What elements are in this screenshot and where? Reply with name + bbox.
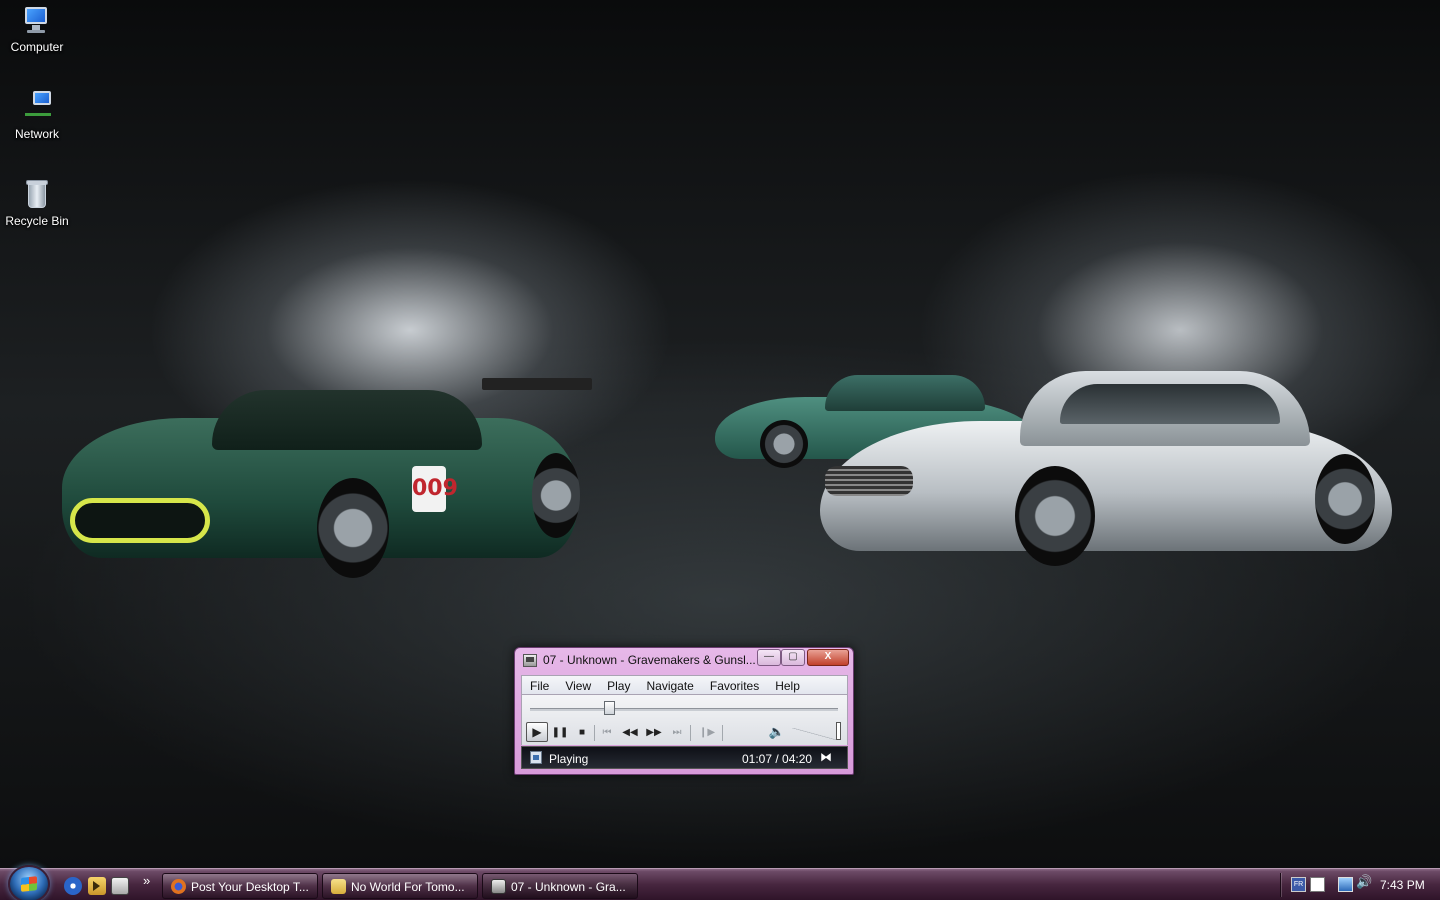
internet-explorer-icon[interactable]	[64, 877, 82, 895]
minimize-button[interactable]: —	[757, 649, 781, 666]
volume-slider[interactable]	[792, 722, 842, 742]
volume-thumb[interactable]	[836, 722, 841, 740]
taskbar-item-label: No World For Tomo...	[351, 880, 465, 894]
network-icon	[21, 91, 53, 123]
desktop-icon-label: Network	[14, 127, 59, 141]
taskbar-item-label: Post Your Desktop T...	[191, 880, 309, 894]
computer-icon	[21, 4, 53, 36]
quick-launch-more-button[interactable]: »	[143, 873, 150, 888]
defender-icon[interactable]	[1310, 877, 1325, 892]
volume-icon[interactable]: 🔊	[1356, 874, 1372, 889]
transport-controls: ▶ ❚❚ ■ ⏮ ◀◀ ▶▶ ⏭ ❙▶ 🔈	[521, 695, 848, 745]
network-status-icon[interactable]	[1338, 877, 1353, 892]
start-button[interactable]	[8, 865, 50, 900]
desktop-icon-recycle-bin[interactable]: Recycle Bin	[2, 178, 72, 228]
switch-view-icon[interactable]: ⧓	[820, 750, 832, 764]
desktop-icon-label: Computer	[10, 40, 64, 54]
stop-button[interactable]: ■	[573, 724, 591, 742]
window-titlebar[interactable]: 07 - Unknown - Gravemakers & Gunsl... — …	[515, 648, 853, 672]
media-folder-icon[interactable]	[88, 877, 106, 895]
show-desktop-icon[interactable]	[111, 877, 129, 895]
maximize-button[interactable]: ▢	[781, 649, 805, 666]
media-player-icon	[491, 879, 506, 894]
pause-button[interactable]: ❚❚	[551, 724, 569, 742]
menu-favorites[interactable]: Favorites	[702, 676, 767, 694]
taskbar-item-media-player[interactable]: 07 - Unknown - Gra...	[482, 873, 638, 899]
fast-forward-button[interactable]: ▶▶	[645, 724, 663, 742]
taskbar-item-firefox[interactable]: Post Your Desktop T...	[162, 873, 318, 899]
next-button[interactable]: ⏭	[668, 724, 686, 742]
seek-bar[interactable]	[530, 708, 838, 711]
menu-bar: File View Play Navigate Favorites Help	[521, 675, 848, 695]
previous-button[interactable]: ⏮	[598, 724, 616, 742]
menu-play[interactable]: Play	[599, 676, 638, 694]
menu-help[interactable]: Help	[767, 676, 808, 694]
firefox-icon	[171, 879, 186, 894]
taskbar-item-folder[interactable]: No World For Tomo...	[322, 873, 478, 899]
wallpaper-race-car: 009	[62, 378, 592, 583]
playback-status: Playing	[549, 752, 589, 766]
race-car-number: 009	[412, 466, 458, 512]
media-player-icon	[523, 654, 537, 667]
mute-button[interactable]: 🔈	[768, 723, 786, 741]
close-button[interactable]: X	[807, 649, 849, 666]
wallpaper-silver-car	[820, 366, 1395, 571]
status-bar: Playing 01:07 / 04:20 ⧓	[521, 746, 848, 769]
taskbar: » Post Your Desktop T... No World For To…	[0, 865, 1440, 900]
clock[interactable]: 7:43 PM	[1380, 878, 1425, 892]
frame-step-button[interactable]: ❙▶	[698, 724, 716, 742]
desktop-icon-network[interactable]: Network	[2, 91, 72, 141]
window-title: 07 - Unknown - Gravemakers & Gunsl...	[543, 653, 756, 667]
recycle-bin-icon	[21, 178, 53, 210]
menu-view[interactable]: View	[557, 676, 599, 694]
desktop-icon-label: Recycle Bin	[5, 214, 69, 228]
desktop-icon-computer[interactable]: Computer	[2, 4, 72, 54]
media-player-window[interactable]: 07 - Unknown - Gravemakers & Gunsl... — …	[514, 647, 854, 775]
seek-thumb[interactable]	[604, 701, 616, 715]
taskbar-item-label: 07 - Unknown - Gra...	[511, 880, 626, 894]
folder-icon	[331, 879, 346, 894]
language-bar-icon[interactable]: FR	[1291, 877, 1306, 892]
playback-time: 01:07 / 04:20	[742, 752, 813, 766]
menu-file[interactable]: File	[522, 676, 557, 694]
playlist-icon	[530, 751, 542, 764]
menu-navigate[interactable]: Navigate	[638, 676, 701, 694]
rewind-button[interactable]: ◀◀	[621, 724, 639, 742]
play-button[interactable]: ▶	[526, 722, 548, 742]
